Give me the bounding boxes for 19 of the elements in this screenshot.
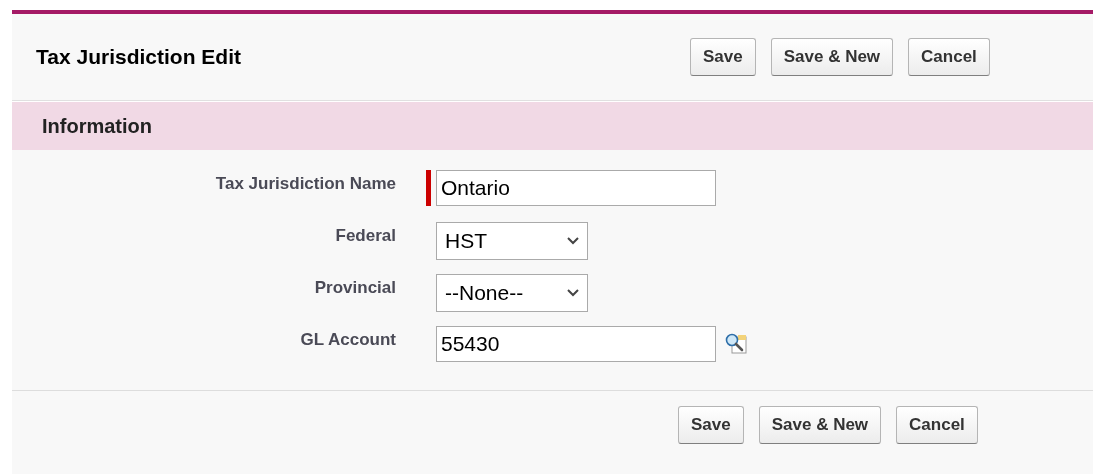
field-label: GL Account — [299, 329, 396, 351]
page-title: Tax Jurisdiction Edit — [36, 45, 242, 69]
text-field[interactable]: Ontario — [436, 170, 716, 206]
lookup-icon[interactable] — [724, 332, 748, 356]
field-label: Federal — [334, 225, 396, 247]
text-field[interactable]: 55430 — [436, 326, 716, 362]
section-header: Information — [12, 101, 1093, 150]
action-button[interactable]: Save — [690, 38, 756, 76]
chevron-down-icon — [567, 237, 579, 245]
field-label: Tax Jurisdiction Name — [214, 173, 396, 195]
action-button[interactable]: Cancel — [896, 406, 978, 444]
field-label: Provincial — [313, 277, 396, 299]
select-dropdown[interactable]: --None-- — [436, 274, 588, 312]
chevron-down-icon — [567, 289, 579, 297]
action-button[interactable]: Save & New — [770, 38, 894, 76]
action-button[interactable]: Save — [678, 406, 744, 444]
action-button[interactable]: Cancel — [908, 38, 990, 76]
action-button[interactable]: Save & New — [758, 406, 882, 444]
select-dropdown[interactable]: HST — [436, 222, 588, 260]
